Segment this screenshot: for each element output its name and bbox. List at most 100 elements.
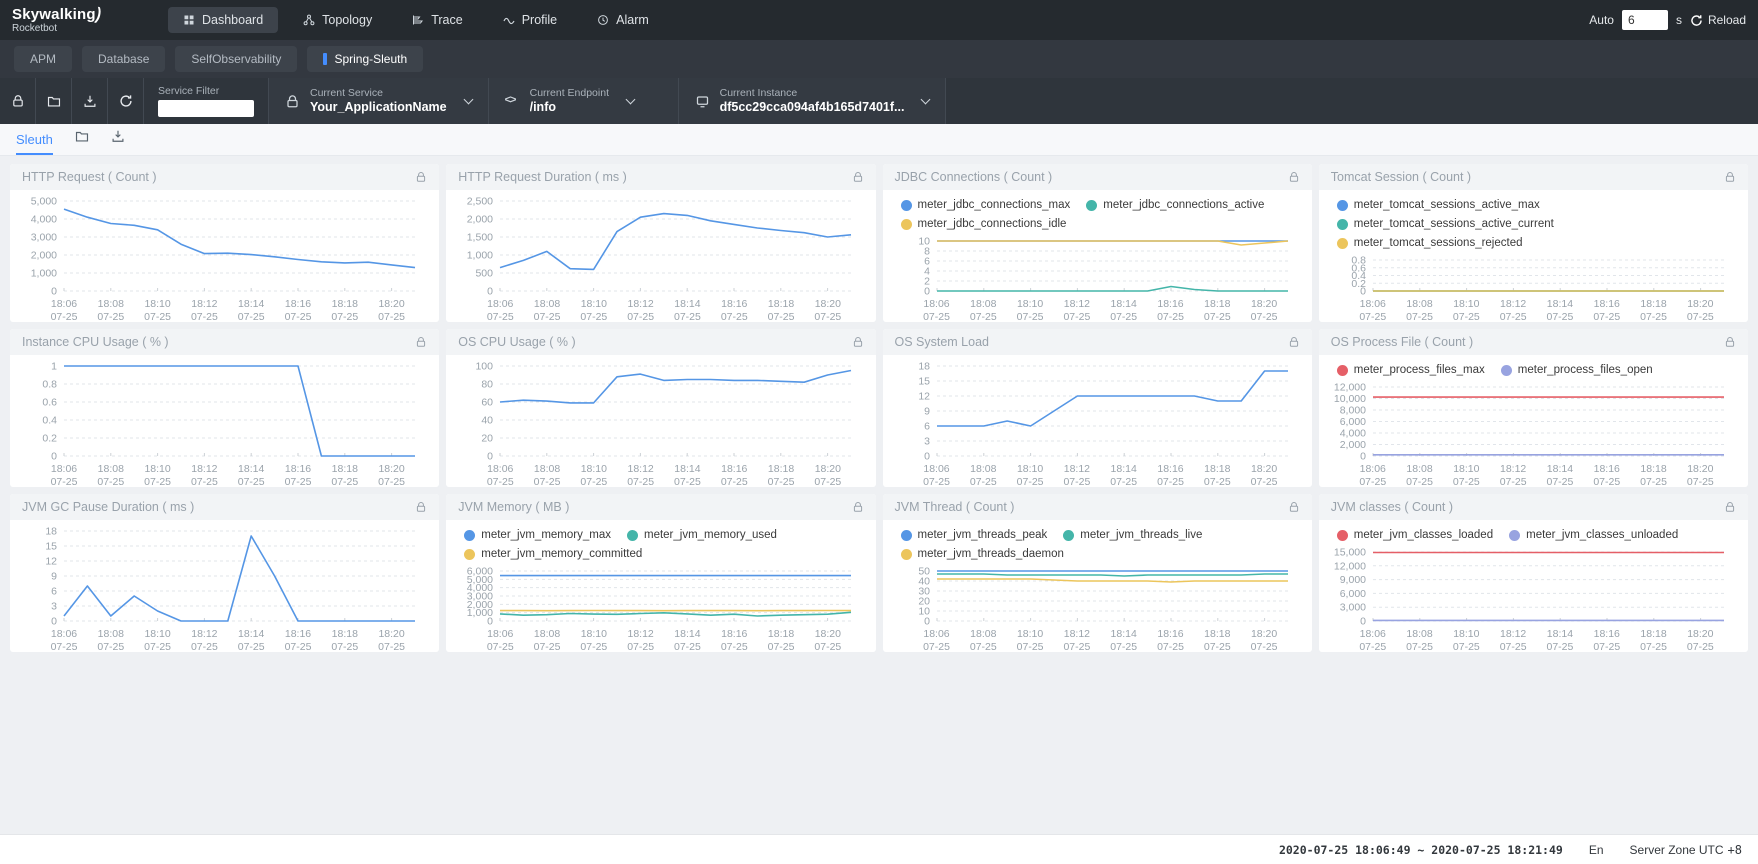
chart-card: JVM Thread ( Count ) meter_jvm_threads_p…	[883, 494, 1312, 652]
x-axis-label: 18:0607-25	[51, 298, 78, 322]
chart-legend: meter_jvm_threads_peakmeter_jvm_threads_…	[889, 525, 1302, 565]
legend-item[interactable]: meter_jvm_threads_daemon	[901, 545, 1064, 564]
tab-apm[interactable]: APM	[14, 46, 72, 72]
svg-text:2,000: 2,000	[1339, 439, 1365, 451]
x-axis-label: 18:1007-25	[580, 628, 607, 652]
auto-interval-input[interactable]	[1622, 10, 1668, 30]
x-axis-label: 18:0807-25	[534, 298, 561, 322]
svg-text:20: 20	[482, 433, 494, 445]
svg-text:12,000: 12,000	[1334, 382, 1366, 394]
svg-text:100: 100	[476, 361, 494, 373]
chevron-down-icon	[463, 94, 473, 104]
x-axis-label: 18:1207-25	[191, 463, 218, 487]
export-group-button[interactable]	[111, 129, 125, 155]
legend-item[interactable]: meter_jvm_classes_unloaded	[1509, 526, 1678, 545]
lock-icon[interactable]	[852, 501, 864, 513]
x-axis-label: 18:0807-25	[97, 463, 124, 487]
chart-title: OS System Load	[895, 335, 990, 349]
import-button[interactable]	[36, 78, 72, 124]
tab-database[interactable]: Database	[82, 46, 165, 72]
legend-dot	[901, 530, 912, 541]
x-axis-label: 18:1807-25	[331, 298, 358, 322]
legend-item[interactable]: meter_process_files_max	[1337, 361, 1485, 380]
lock-icon[interactable]	[1724, 501, 1736, 513]
lock-icon[interactable]	[1288, 336, 1300, 348]
brand-logo: Skywalking) Rocketbot	[12, 7, 132, 34]
lock-icon[interactable]	[415, 501, 427, 513]
x-axis-label: 18:1407-25	[674, 298, 701, 322]
x-axis-label: 18:1807-25	[768, 298, 795, 322]
nav-item-alarm[interactable]: Alarm	[582, 7, 664, 33]
language-switch[interactable]: En	[1589, 843, 1604, 857]
reload-button[interactable]: Reload	[1690, 13, 1746, 27]
legend-label: meter_jvm_memory_used	[644, 526, 777, 545]
legend-item[interactable]: meter_jvm_threads_peak	[901, 526, 1048, 545]
lock-icon[interactable]	[1724, 336, 1736, 348]
lock-icon[interactable]	[852, 336, 864, 348]
x-axis-label: 18:1607-25	[1157, 628, 1184, 652]
x-axis-label: 18:2007-25	[378, 628, 405, 652]
chart-xaxis: 18:0607-2518:0807-2518:1007-2518:1207-25…	[16, 626, 429, 652]
chart-canvas: 00.20.40.60.81	[16, 360, 429, 461]
legend-item[interactable]: meter_jdbc_connections_max	[901, 196, 1071, 215]
current-service-selector[interactable]: Current Service Your_ApplicationName	[269, 78, 489, 124]
template-tabs: APM Database SelfObservability Spring-Sl…	[0, 40, 1758, 78]
legend-label: meter_jvm_classes_unloaded	[1526, 526, 1678, 545]
chart-body: meter_jdbc_connections_maxmeter_jdbc_con…	[883, 190, 1312, 322]
nav-item-trace[interactable]: Trace	[397, 7, 478, 33]
svg-text:0.2: 0.2	[42, 433, 57, 445]
svg-text:2,000: 2,000	[31, 250, 57, 262]
nav-item-topology[interactable]: Topology	[288, 7, 387, 33]
chart-plot: 00.20.40.60.8	[1325, 254, 1738, 296]
chart-title: OS Process File ( Count )	[1331, 335, 1473, 349]
tab-selfobservability[interactable]: SelfObservability	[175, 46, 297, 72]
legend-item[interactable]: meter_jvm_memory_used	[627, 526, 777, 545]
legend-item[interactable]: meter_jdbc_connections_active	[1086, 196, 1264, 215]
lock-icon[interactable]	[1288, 501, 1300, 513]
legend-item[interactable]: meter_tomcat_sessions_rejected	[1337, 234, 1523, 253]
x-axis-label: 18:0807-25	[534, 463, 561, 487]
legend-label: meter_jvm_memory_max	[481, 526, 611, 545]
legend-item[interactable]: meter_jdbc_connections_idle	[901, 215, 1067, 234]
legend-item[interactable]: meter_jvm_threads_live	[1063, 526, 1202, 545]
service-filter-input[interactable]	[158, 100, 254, 117]
x-axis-label: 18:1207-25	[191, 628, 218, 652]
export-button[interactable]	[72, 78, 108, 124]
import-group-button[interactable]	[75, 129, 89, 155]
lock-icon[interactable]	[1724, 171, 1736, 183]
legend-item[interactable]: meter_process_files_open	[1501, 361, 1653, 380]
lock-button[interactable]	[0, 78, 36, 124]
lock-icon[interactable]	[1288, 171, 1300, 183]
current-endpoint-selector[interactable]: <> Current Endpoint /info	[489, 78, 679, 124]
nav-item-profile[interactable]: Profile	[488, 7, 572, 33]
lock-icon[interactable]	[415, 171, 427, 183]
legend-item[interactable]: meter_tomcat_sessions_active_max	[1337, 196, 1540, 215]
nav-item-dashboard[interactable]: Dashboard	[168, 7, 278, 33]
lock-icon[interactable]	[415, 336, 427, 348]
refresh-button[interactable]	[108, 78, 144, 124]
legend-item[interactable]: meter_jvm_memory_committed	[464, 545, 642, 564]
lock-icon[interactable]	[852, 171, 864, 183]
svg-text:0: 0	[51, 616, 57, 627]
x-axis-label: 18:2007-25	[378, 463, 405, 487]
legend-dot	[627, 530, 638, 541]
x-axis-label: 18:1207-25	[627, 628, 654, 652]
x-axis-label: 18:1607-25	[1593, 628, 1620, 652]
tab-spring-sleuth[interactable]: Spring-Sleuth	[307, 46, 423, 72]
current-instance-selector[interactable]: Current Instance df5cc29cca094af4b165d74…	[679, 78, 947, 124]
chart-body: meter_tomcat_sessions_active_maxmeter_to…	[1319, 190, 1748, 322]
legend-item[interactable]: meter_jvm_memory_max	[464, 526, 611, 545]
chart-legend: meter_tomcat_sessions_active_maxmeter_to…	[1325, 195, 1738, 254]
service-filter-label: Service Filter	[158, 85, 254, 97]
chart-header: JDBC Connections ( Count )	[883, 164, 1312, 190]
server-zone-value[interactable]: +8	[1728, 843, 1742, 857]
selector-value: Your_ApplicationName	[310, 100, 447, 116]
chart-header: Instance CPU Usage ( % )	[10, 329, 439, 355]
legend-item[interactable]: meter_jvm_classes_loaded	[1337, 526, 1493, 545]
legend-item[interactable]: meter_tomcat_sessions_active_current	[1337, 215, 1554, 234]
tab-sleuth[interactable]: Sleuth	[16, 132, 53, 155]
time-range-picker[interactable]: 2020-07-25 18:06:49 ~ 2020-07-25 18:21:4…	[1279, 843, 1563, 857]
x-axis-label: 18:1407-25	[238, 628, 265, 652]
chart-plot: 03,0006,0009,00012,00015,000	[1325, 546, 1738, 626]
x-axis-label: 18:1807-25	[331, 463, 358, 487]
